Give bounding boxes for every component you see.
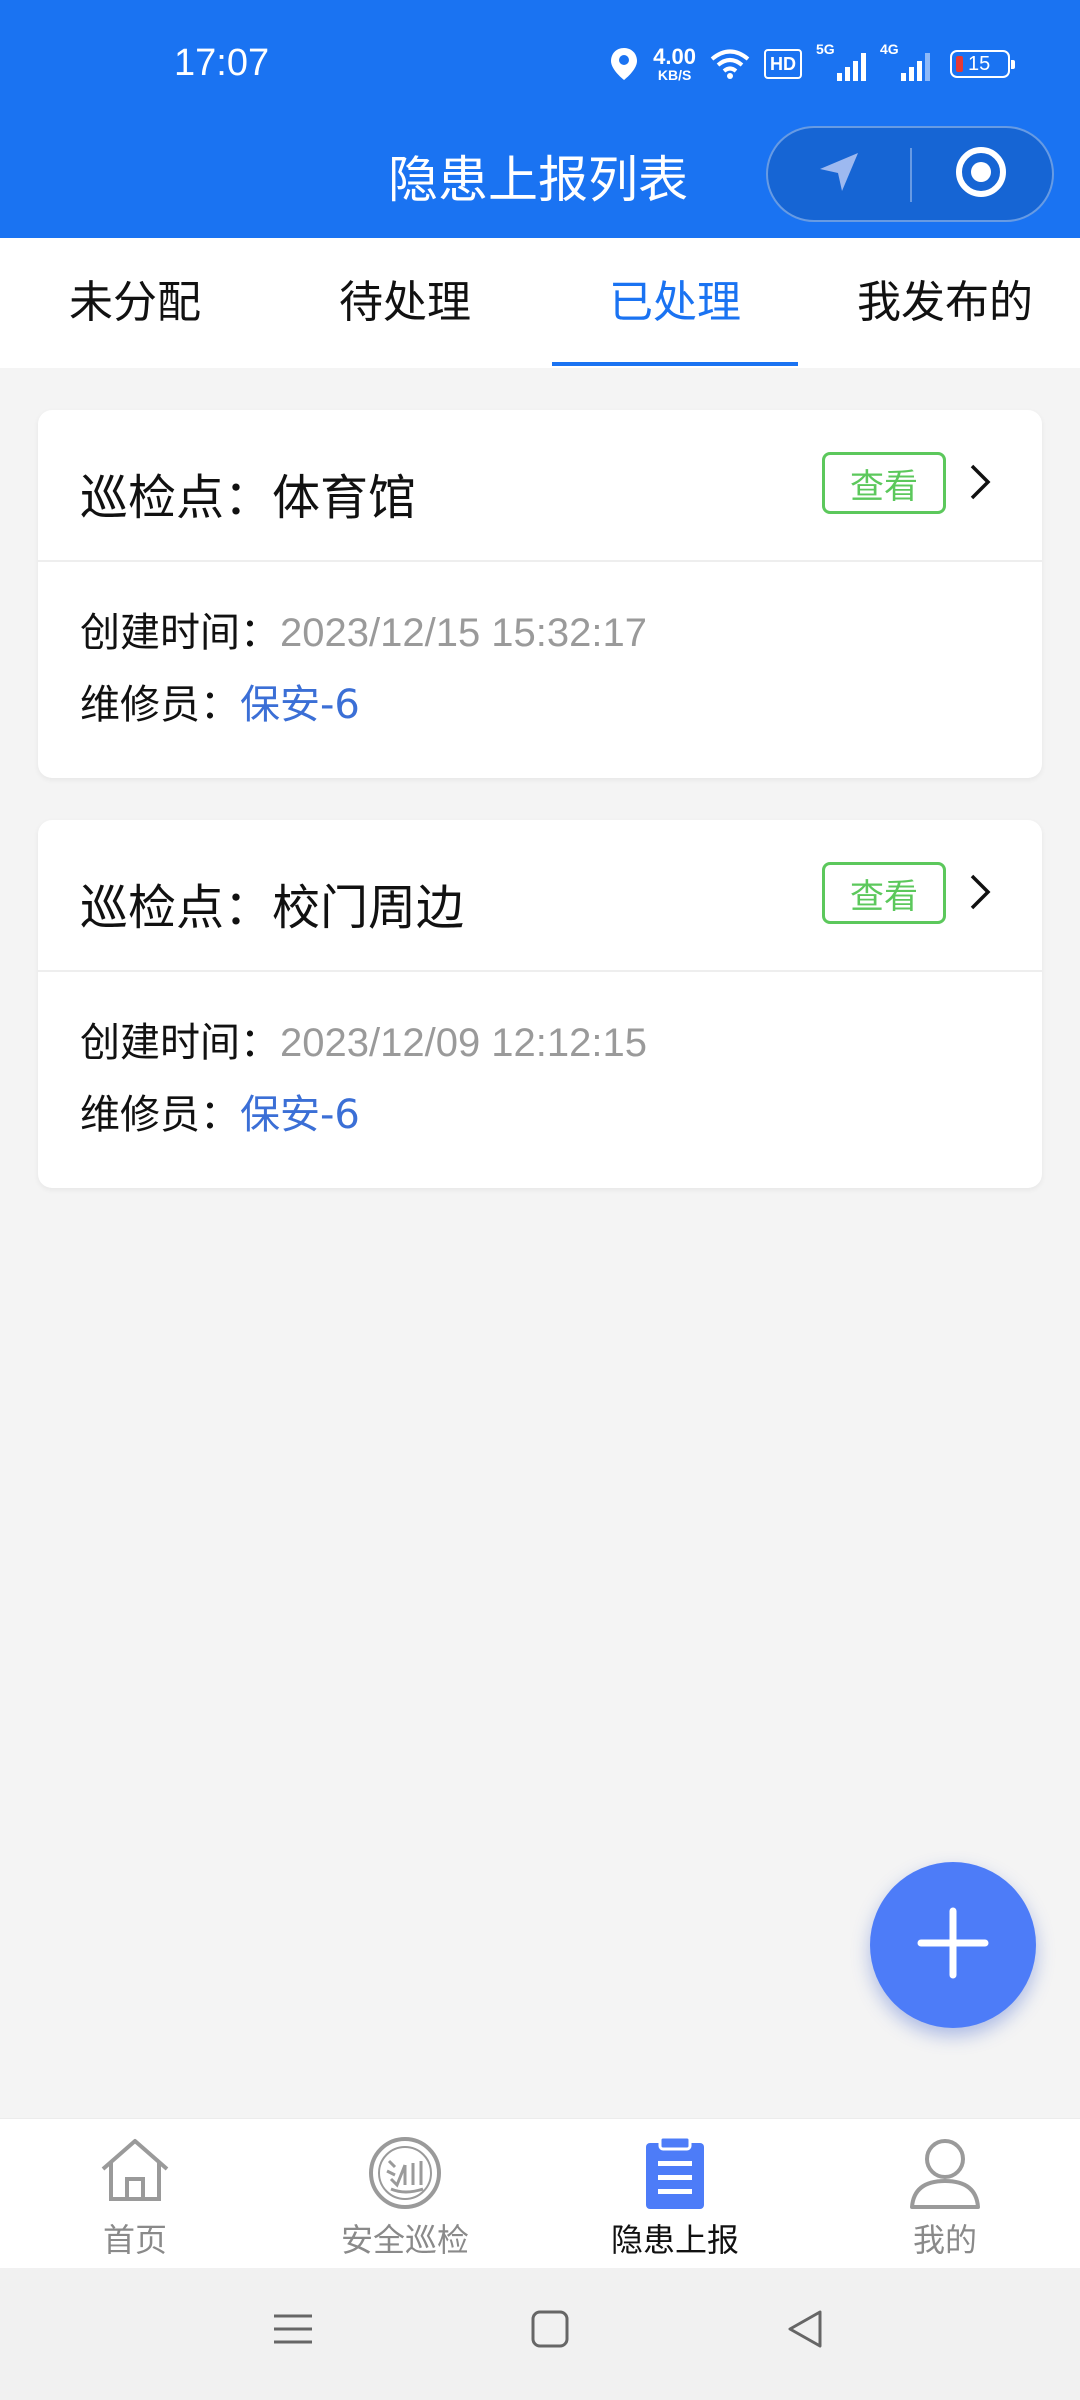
tab-processed[interactable]: 已处理 (540, 238, 810, 368)
wifi-icon (710, 48, 750, 80)
card-body: 创建时间：2023/12/15 15:32:17 维修员：保安-6 (38, 562, 1042, 778)
created-label: 创建时间： (80, 1020, 280, 1066)
point-name: 校门周边 (272, 880, 465, 936)
signal-4g-icon: 4G (880, 41, 930, 81)
target-circle-icon (953, 144, 1009, 204)
point-prefix: 巡检点： (80, 880, 273, 936)
nav-item-patrol[interactable]: 安全巡检 (270, 2119, 540, 2269)
clipboard-icon (642, 2135, 708, 2215)
tab-unassigned[interactable]: 未分配 (0, 238, 270, 368)
repairer-row: 维修员：保安-6 (80, 672, 360, 730)
mini-program-capsule (766, 126, 1054, 222)
patrol-icon (365, 2135, 445, 2215)
status-time: 17:07 (174, 42, 270, 84)
created-row: 创建时间：2023/12/15 15:32:17 (80, 600, 647, 658)
user-icon (908, 2135, 982, 2215)
repairer-name: 保安-6 (240, 682, 360, 728)
card-header: 巡检点：体育馆 查看 (38, 410, 1042, 562)
nav-item-mine[interactable]: 我的 (810, 2119, 1080, 2269)
tab-bar: 未分配 待处理 已处理 我发布的 (0, 238, 1080, 368)
status-icons: 4.00 KB/S HD 5G 4G 15 (609, 41, 1015, 83)
nav-label-patrol: 安全巡检 (340, 2221, 469, 2259)
page-title-text: 隐患上报列表 (388, 151, 688, 209)
card-title: 巡检点：体育馆 (80, 458, 416, 528)
location-arrow-icon (816, 149, 862, 199)
signal-5g-icon: 5G (816, 41, 866, 81)
capsule-divider (910, 148, 912, 202)
add-report-button[interactable] (870, 1862, 1036, 2028)
menu-icon[interactable] (272, 2308, 314, 2354)
point-prefix: 巡检点： (80, 470, 273, 526)
signal-5g-label: 5G (816, 41, 835, 57)
nav-label-home: 首页 (102, 2221, 167, 2259)
signal-4g-label: 4G (880, 41, 899, 57)
active-tab-indicator (552, 362, 798, 366)
repairer-row: 维修员：保安-6 (80, 1082, 360, 1140)
created-row: 创建时间：2023/12/09 12:12:15 (80, 1010, 647, 1068)
tab-my-published[interactable]: 我发布的 (810, 238, 1080, 368)
location-pin-icon (609, 46, 639, 82)
nav-item-report[interactable]: 隐患上报 (540, 2119, 810, 2269)
system-nav-bar (0, 2268, 1080, 2400)
repairer-name: 保安-6 (240, 1092, 360, 1138)
view-button[interactable]: 查看 (822, 862, 946, 924)
card-body: 创建时间：2023/12/09 12:12:15 维修员：保安-6 (38, 972, 1042, 1188)
report-card[interactable]: 巡检点：校门周边 查看 创建时间：2023/12/09 12:12:15 维修员… (38, 820, 1042, 1188)
created-time: 2023/12/15 15:32:17 (280, 611, 648, 655)
chevron-right-icon[interactable] (968, 462, 992, 506)
home-icon (97, 2135, 173, 2209)
close-target-button[interactable] (910, 128, 1052, 220)
bottom-nav: 首页 安全巡检 隐患上报 我的 (0, 2118, 1080, 2269)
nav-label-mine: 我的 (912, 2221, 977, 2259)
battery-icon: 15 (950, 50, 1015, 78)
card-header: 巡检点：校门周边 查看 (38, 820, 1042, 972)
report-card[interactable]: 巡检点：体育馆 查看 创建时间：2023/12/15 15:32:17 维修员：… (38, 410, 1042, 778)
speed-unit: KB/S (657, 67, 692, 83)
hd-badge: HD (764, 49, 802, 79)
tab-pending[interactable]: 待处理 (270, 238, 540, 368)
back-triangle-icon[interactable] (786, 2308, 826, 2354)
app-header: 17:07 4.00 KB/S HD 5G 4G 15 隐患上报列表 (0, 0, 1080, 238)
speed-value: 4.00 (653, 44, 696, 69)
nav-label-report: 隐患上报 (610, 2221, 739, 2259)
plus-icon (915, 1905, 991, 1985)
chevron-right-icon[interactable] (968, 872, 992, 916)
home-square-icon[interactable] (530, 2308, 570, 2354)
repairer-label: 维修员： (80, 1092, 240, 1138)
repairer-label: 维修员： (80, 682, 240, 728)
created-label: 创建时间： (80, 610, 280, 656)
card-title: 巡检点：校门周边 (80, 868, 464, 938)
battery-level: 15 (968, 53, 991, 75)
point-name: 体育馆 (272, 470, 417, 526)
nav-item-home[interactable]: 首页 (0, 2119, 270, 2269)
network-speed: 4.00 KB/S (653, 44, 696, 83)
location-arrow-button[interactable] (768, 128, 910, 220)
view-button[interactable]: 查看 (822, 452, 946, 514)
created-time: 2023/12/09 12:12:15 (280, 1021, 648, 1065)
